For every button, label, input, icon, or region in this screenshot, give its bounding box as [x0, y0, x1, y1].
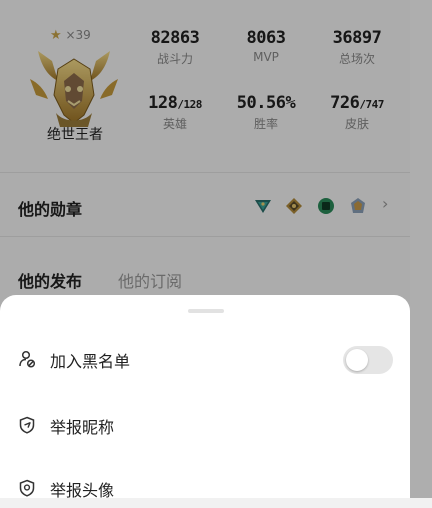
option-label: 举报昵称 — [50, 418, 115, 437]
option-add-blacklist[interactable]: 加入黑名单 — [0, 339, 410, 379]
report-avatar-shield-icon — [19, 479, 35, 497]
drag-handle[interactable] — [188, 309, 224, 313]
option-report-avatar[interactable]: 举报头像 — [0, 468, 410, 508]
option-label: 举报头像 — [50, 481, 115, 500]
blacklist-toggle[interactable] — [343, 346, 393, 374]
user-block-icon — [19, 350, 36, 368]
option-label: 加入黑名单 — [50, 352, 131, 371]
action-sheet: 加入黑名单 举报昵称 举报头像 — [0, 295, 410, 500]
toggle-knob — [346, 349, 368, 371]
report-shield-icon — [19, 416, 35, 434]
option-report-nickname[interactable]: 举报昵称 — [0, 405, 410, 445]
